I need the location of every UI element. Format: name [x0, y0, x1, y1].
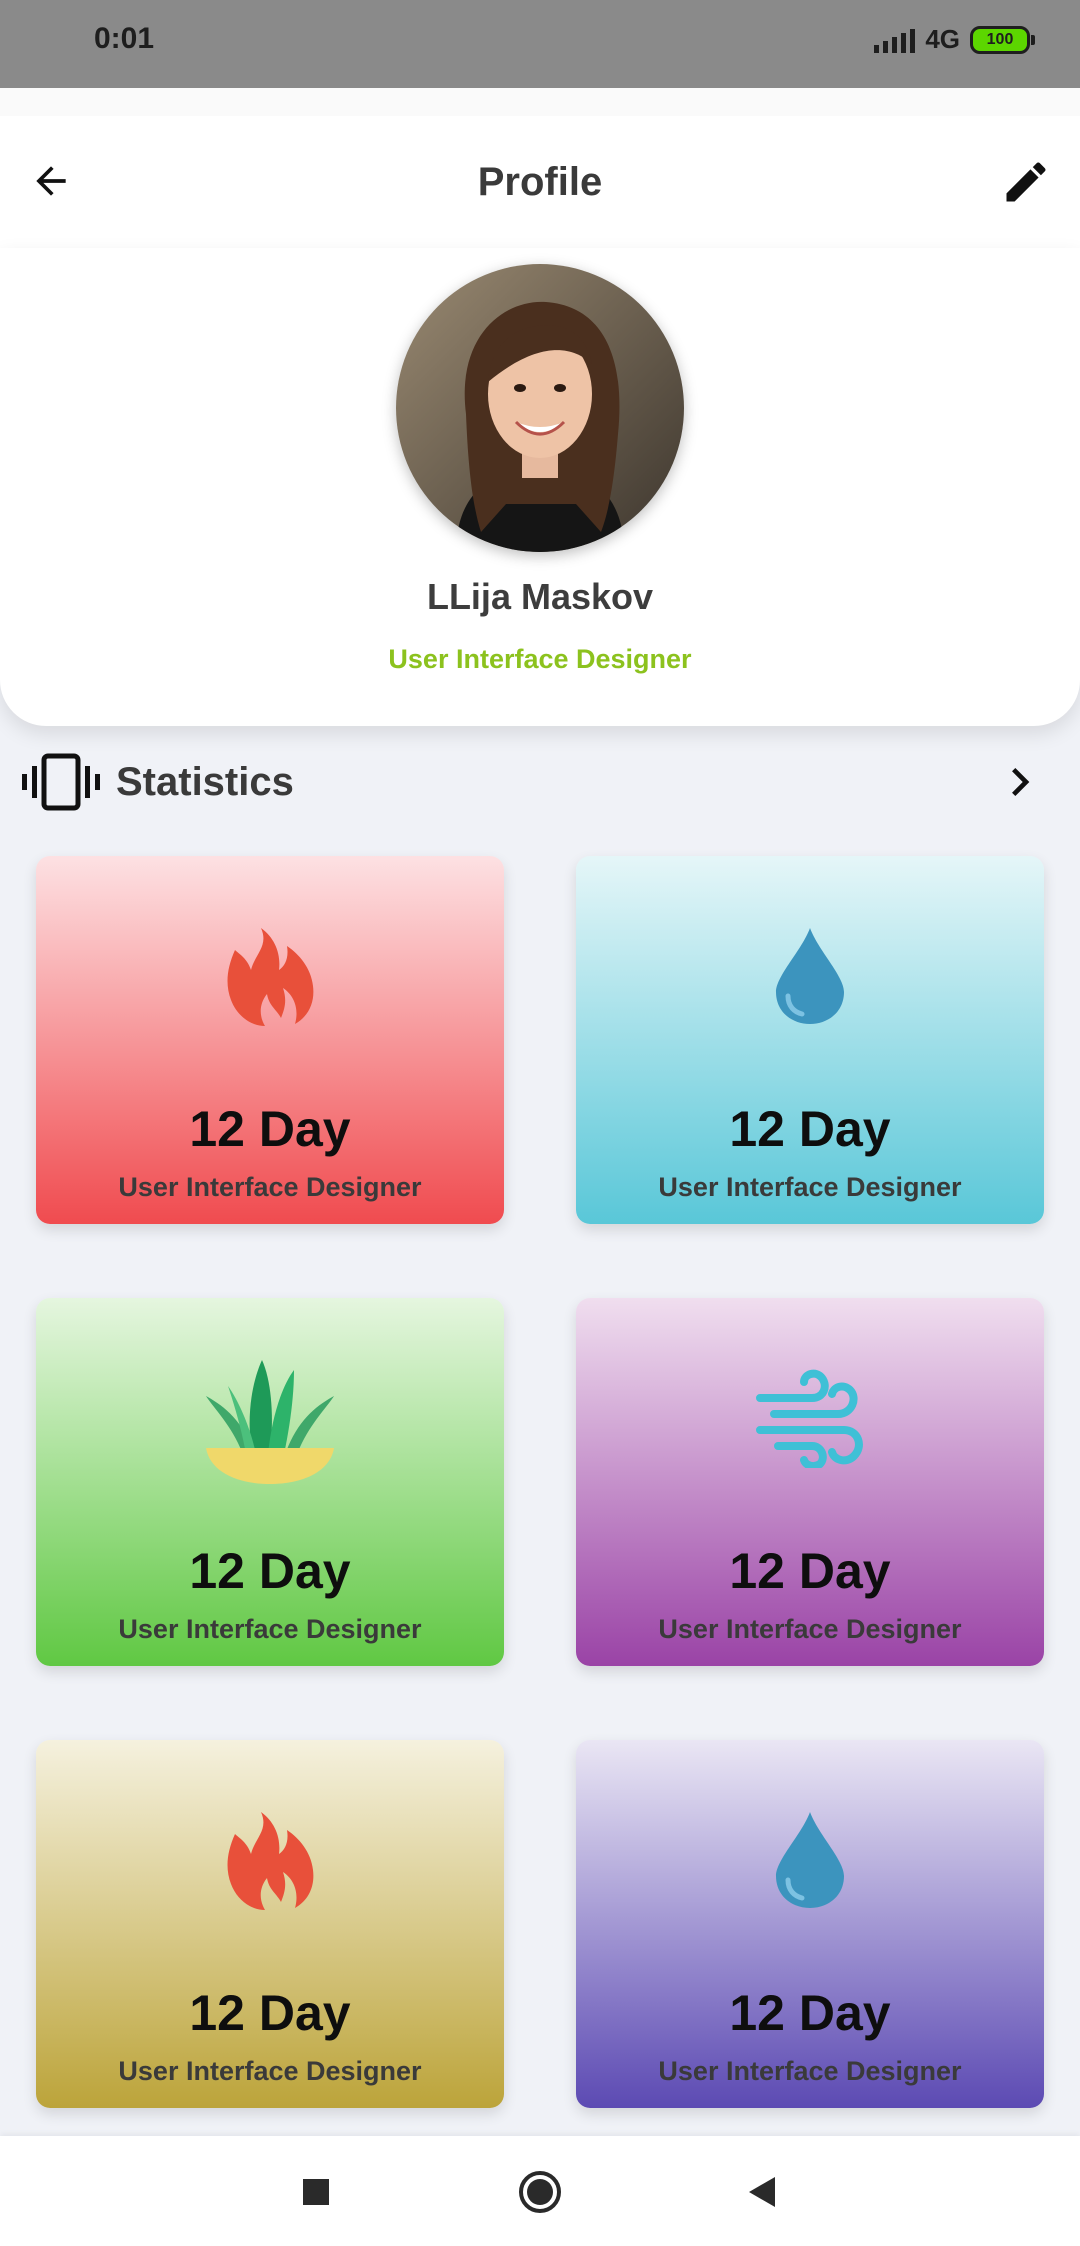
avatar-image [396, 264, 684, 552]
stat-label: User Interface Designer [658, 1172, 962, 1202]
battery-icon: 100 [970, 25, 1035, 54]
stat-card[interactable]: 12 Day User Interface Designer [36, 1740, 504, 2108]
wind-icon [756, 1369, 863, 1468]
app-bar: Profile [0, 116, 1080, 256]
signal-icon [874, 27, 916, 53]
battery-level: 100 [986, 30, 1014, 48]
card-icon-wrap [36, 1352, 504, 1492]
top-strip [0, 88, 1080, 116]
card-icon-wrap [576, 1800, 1044, 1920]
network-type: 4G [925, 24, 960, 54]
flame-icon [227, 1812, 314, 1910]
stat-label: User Interface Designer [118, 2056, 422, 2086]
square-icon [303, 2179, 329, 2205]
flame-icon [227, 928, 314, 1026]
profile-name: LLija Maskov [426, 576, 654, 617]
stat-label: User Interface Designer [118, 1172, 422, 1202]
edit-button[interactable] [998, 154, 1054, 210]
home-button[interactable] [512, 2164, 568, 2220]
stat-value: 12 Day [189, 1101, 351, 1157]
card-icon-wrap [36, 916, 504, 1036]
system-nav-bar [0, 2136, 1080, 2246]
water-drop-icon [776, 928, 844, 1024]
card-icon-wrap [576, 916, 1044, 1036]
stat-label: User Interface Designer [658, 2056, 962, 2086]
status-bar: 0:01 4G 100 [0, 0, 1080, 88]
chevron-right-icon [1012, 768, 1030, 796]
stat-label: User Interface Designer [118, 1614, 422, 1644]
stat-value: 12 Day [189, 1985, 351, 2041]
vibration-icon [22, 753, 100, 811]
statistics-title: Statistics [116, 760, 294, 804]
grass-icon [206, 1360, 334, 1484]
status-indicators: 4G 100 [874, 24, 1035, 55]
stat-card[interactable]: 12 Day User Interface Designer [576, 1298, 1044, 1666]
profile-card: LLija Maskov User Interface Designer [0, 248, 1080, 726]
stat-card[interactable]: 12 Day User Interface Designer [576, 856, 1044, 1224]
stat-card[interactable]: 12 Day User Interface Designer [36, 1298, 504, 1666]
card-icon-wrap [576, 1358, 1044, 1478]
stat-value: 12 Day [729, 1543, 891, 1599]
stat-card[interactable]: 12 Day User Interface Designer [576, 1740, 1044, 2108]
statistics-more-button[interactable] [990, 752, 1050, 812]
profile-role: User Interface Designer [388, 644, 692, 674]
circle-icon [519, 2171, 561, 2213]
card-icon-wrap [36, 1800, 504, 1920]
stat-value: 12 Day [729, 1101, 891, 1157]
avatar[interactable] [396, 264, 684, 552]
stat-value: 12 Day [189, 1543, 351, 1599]
pencil-icon [1006, 162, 1046, 202]
stat-value: 12 Day [729, 1985, 891, 2041]
stat-card[interactable]: 12 Day User Interface Designer [36, 856, 504, 1224]
recent-apps-button[interactable] [288, 2164, 344, 2220]
nav-back-button[interactable] [734, 2164, 790, 2220]
status-time: 0:01 [94, 22, 155, 55]
page-title: Profile [477, 160, 603, 204]
stat-label: User Interface Designer [658, 1614, 962, 1644]
triangle-back-icon [749, 2177, 775, 2207]
water-drop-icon [776, 1812, 844, 1908]
statistics-header: Statistics [0, 748, 1080, 816]
